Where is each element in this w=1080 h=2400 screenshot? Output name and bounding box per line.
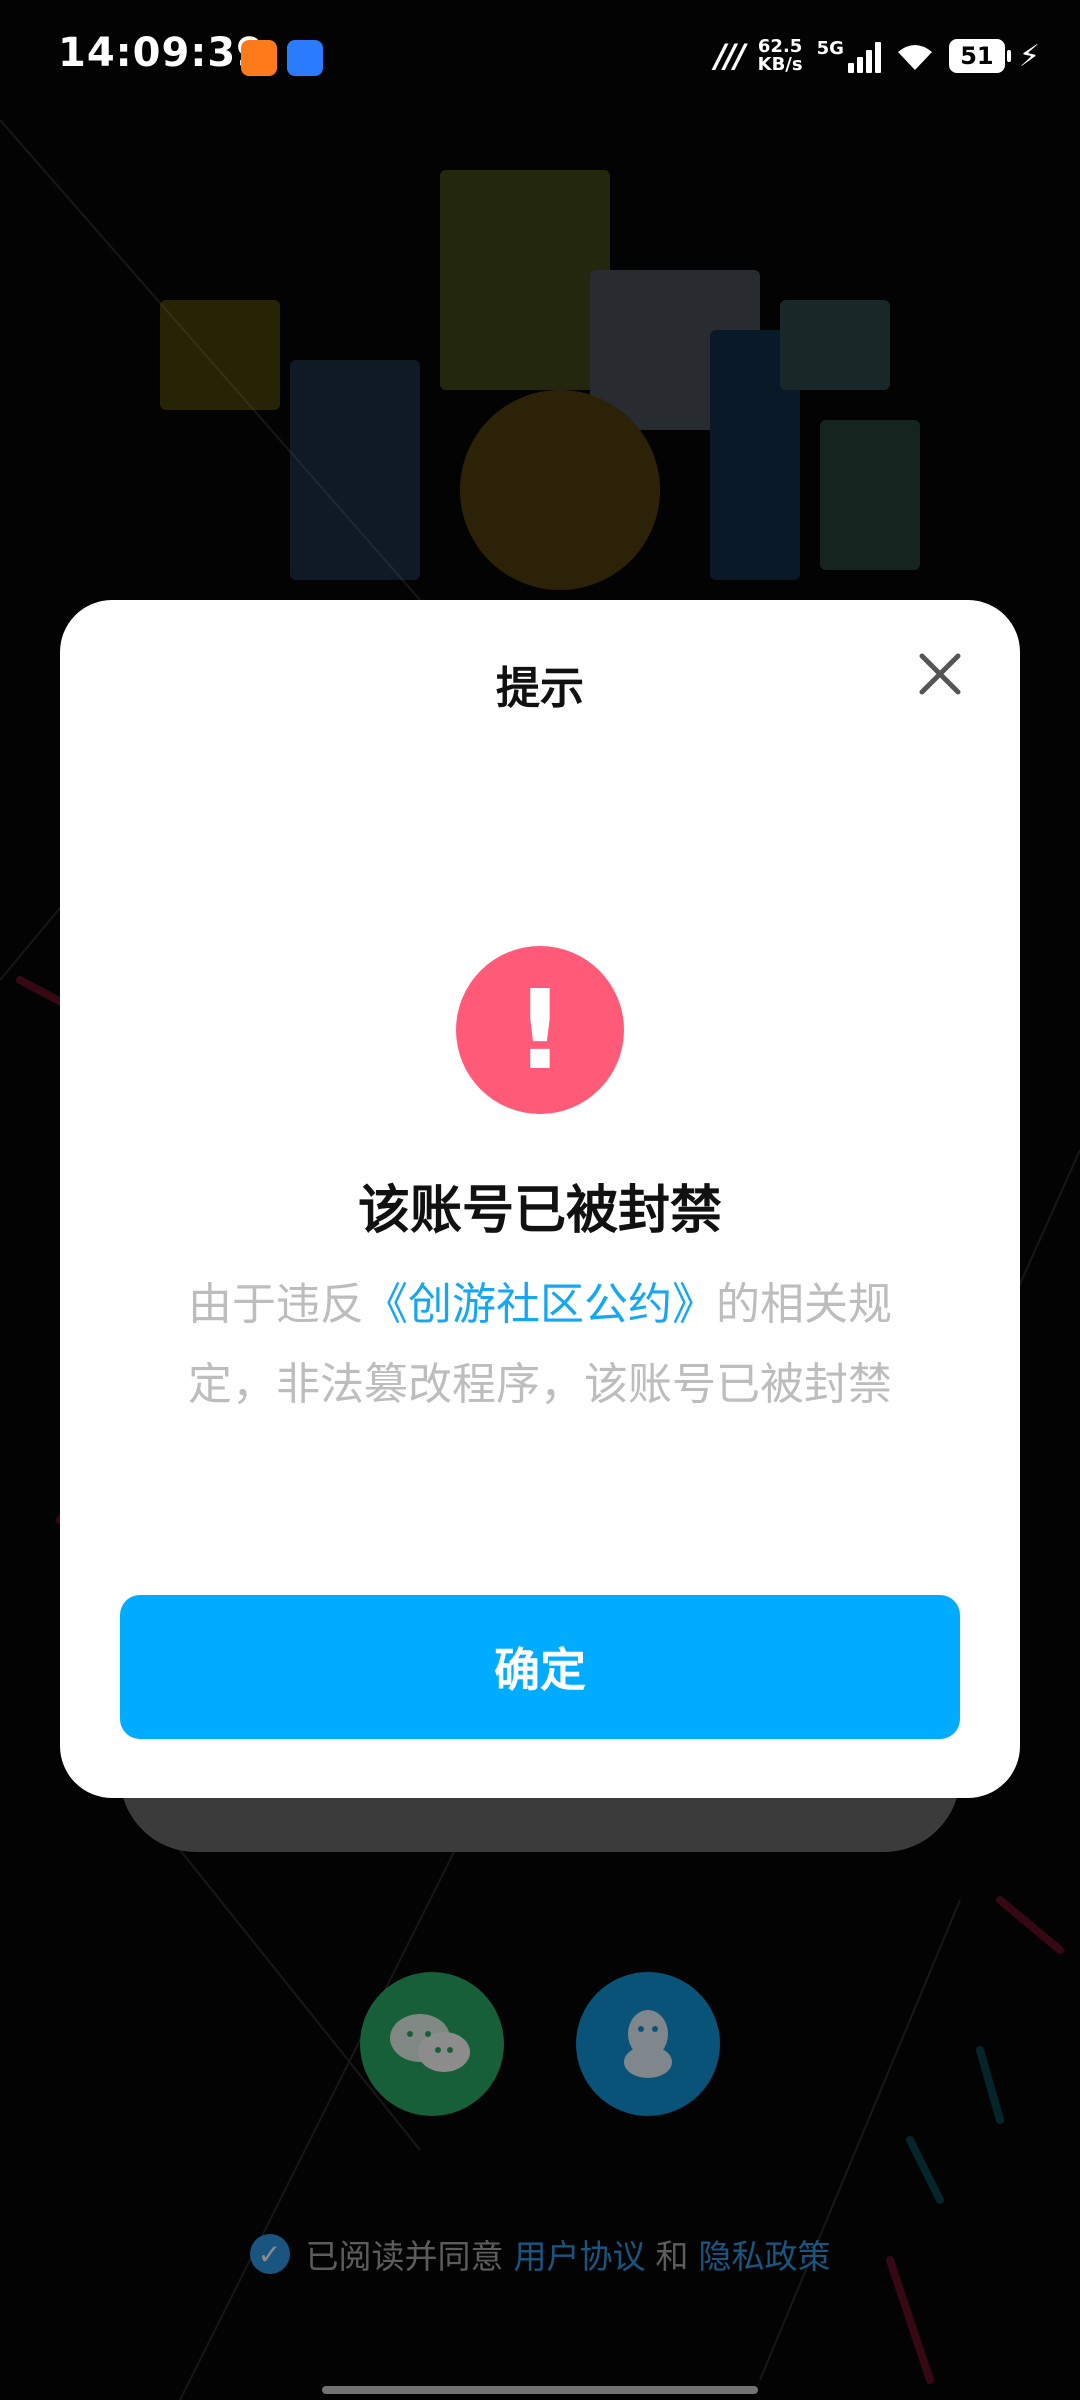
wifi-icon bbox=[897, 45, 932, 70]
ban-description: 由于违反《创游社区公约》的相关规定，非法篡改程序，该账号已被封禁 bbox=[150, 1265, 930, 1425]
ban-dialog: 提示 ! 该账号已被封禁 由于违反《创游社区公约》的相关规定，非法篡改程序，该账… bbox=[60, 600, 1020, 1798]
alert-icon: ! bbox=[456, 946, 624, 1114]
status-time: 14:09:39 bbox=[58, 30, 265, 76]
charging-icon: ⚡ bbox=[1018, 38, 1040, 74]
close-icon[interactable] bbox=[914, 648, 966, 700]
dialog-title: 提示 bbox=[496, 663, 584, 714]
cellular-signal: 5G bbox=[816, 38, 881, 73]
network-speed-unit: KB/s bbox=[757, 54, 803, 75]
ban-description-prefix: 由于违反 bbox=[188, 1279, 364, 1330]
network-type: 5G bbox=[816, 38, 844, 59]
network-speed: 62.5 KB/s bbox=[758, 38, 803, 74]
community-rules-link[interactable]: 《创游社区公约》 bbox=[364, 1279, 716, 1330]
miui-hd-icon: /// bbox=[714, 37, 746, 75]
ban-heading: 该账号已被封禁 bbox=[357, 1181, 722, 1241]
battery-indicator: 51 bbox=[948, 39, 1011, 73]
status-icons: /// 62.5 KB/s 5G 51 ⚡ bbox=[715, 32, 1040, 80]
signal-icon bbox=[847, 39, 881, 73]
status-bar: 14:09:39 /// 62.5 KB/s 5G 51 ⚡ bbox=[0, 0, 1080, 110]
taobao-app-icon bbox=[241, 40, 277, 76]
confirm-button[interactable]: 确定 bbox=[120, 1595, 960, 1739]
notification-app-icon bbox=[287, 40, 323, 76]
